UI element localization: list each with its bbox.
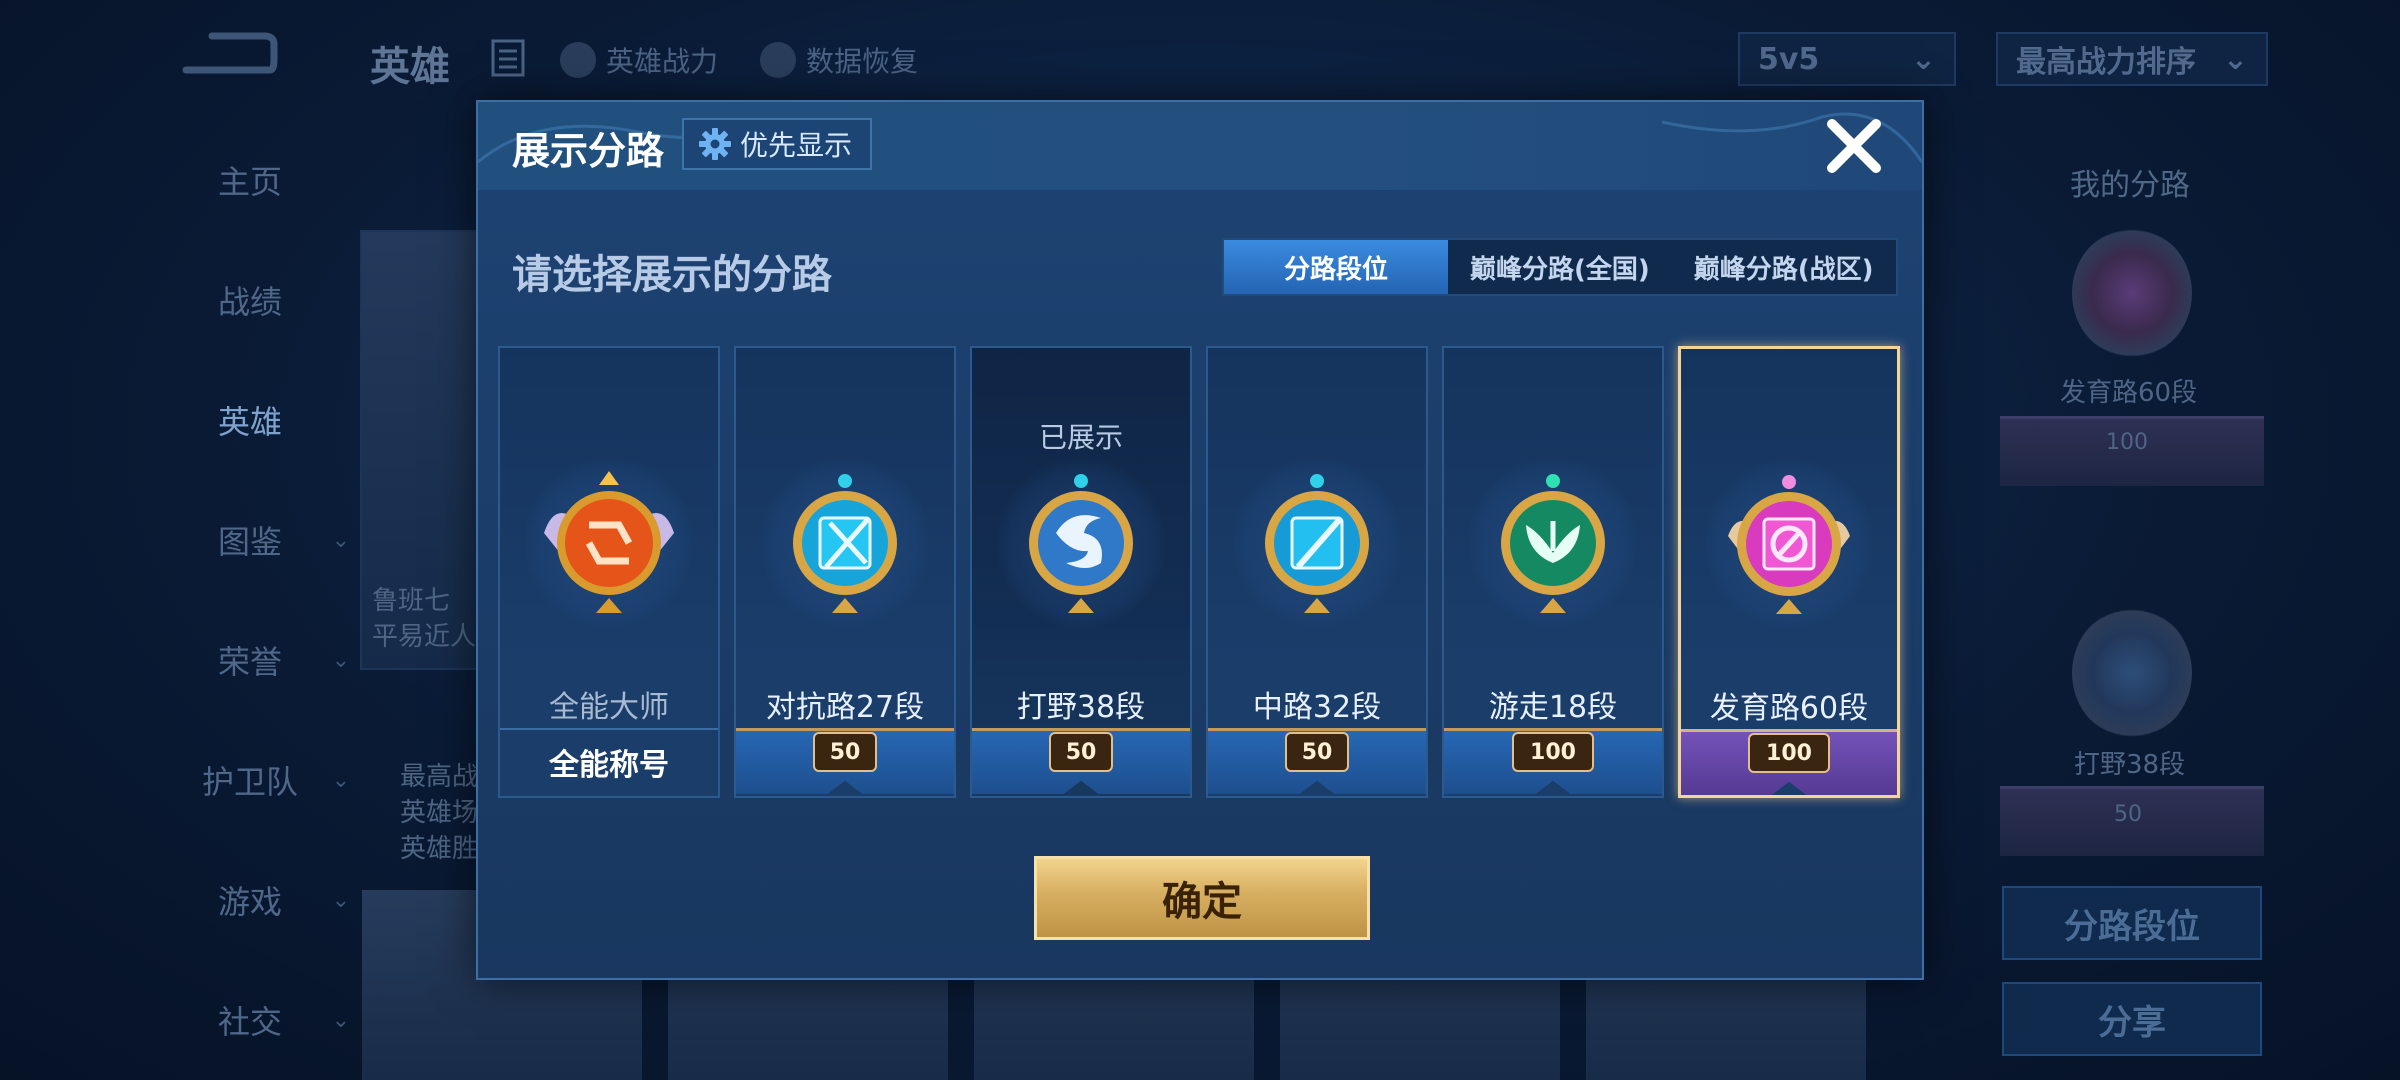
- card-title: 全能大师: [549, 690, 669, 725]
- sidebar-item-games[interactable]: 游戏 ⌄: [150, 870, 350, 930]
- chevron-down-icon: ⌄: [331, 1007, 350, 1033]
- page-title: 英雄: [370, 44, 450, 90]
- card-footer: 全能称号: [500, 728, 718, 794]
- lane-card-mid[interactable]: 中路32段 50: [1206, 346, 1428, 798]
- card-title: 发育路60段: [1709, 691, 1869, 726]
- rank-badge: 50: [1285, 732, 1349, 772]
- data-restore-button[interactable]: 数据恢复: [760, 40, 918, 80]
- lane-card-jungle[interactable]: 已展示 打野38段 50: [970, 346, 1192, 798]
- sidebar-item-social[interactable]: 社交 ⌄: [150, 990, 350, 1050]
- rank-badge: 50: [1049, 732, 1113, 772]
- sidebar-item-guard[interactable]: 护卫队 ⌄: [150, 750, 350, 810]
- farm-lane-icon: [2072, 228, 2192, 358]
- roam-icon: [1501, 474, 1605, 613]
- gear-icon: [699, 128, 731, 160]
- jungle-icon: [2072, 608, 2192, 738]
- tab-peak-region[interactable]: 巅峰分路(战区): [1672, 240, 1896, 294]
- close-icon[interactable]: [1820, 112, 1888, 180]
- lane-tabs: 分路段位 巅峰分路(全国) 巅峰分路(战区): [1222, 238, 1898, 296]
- chevron-down-icon: ⌄: [1910, 41, 1936, 77]
- chevron-down-icon: ⌄: [331, 767, 350, 793]
- sidebar-item-record[interactable]: 战绩: [150, 270, 350, 330]
- lane-card-clash[interactable]: 对抗路27段 50: [734, 346, 956, 798]
- restore-icon: [760, 42, 796, 78]
- warrior-icon: [560, 42, 596, 78]
- lane-card-all-round[interactable]: 全能大师 全能称号: [498, 346, 720, 798]
- confirm-button[interactable]: 确定: [1034, 856, 1370, 940]
- hero-power-button[interactable]: 英雄战力: [560, 40, 718, 80]
- chevron-down-icon: ⌄: [331, 887, 350, 913]
- lane-card-farm[interactable]: 发育路60段 100: [1678, 346, 1900, 798]
- farm-lane-icon: [1728, 475, 1850, 614]
- list-icon[interactable]: [490, 38, 526, 78]
- card-title: 打野38段: [1016, 690, 1146, 725]
- dialog-title: 展示分路: [512, 129, 665, 173]
- back-arrow-icon[interactable]: [178, 30, 278, 80]
- tab-peak-national[interactable]: 巅峰分路(全国): [1448, 240, 1672, 294]
- lane-display-dialog: 展示分路 优先显示 请选择展示的分路 分路段位 巅峰分路(全国) 巅峰分路(战区…: [476, 100, 1924, 980]
- tab-lane-rank[interactable]: 分路段位: [1224, 240, 1448, 294]
- sidebar-item-gallery[interactable]: 图鉴 ⌄: [150, 510, 350, 570]
- chevron-down-icon: ⌄: [2222, 41, 2248, 77]
- share-button[interactable]: 分享: [2002, 982, 2262, 1056]
- rank-badge: 100: [1512, 732, 1594, 772]
- my-lanes-title: 我的分路: [2070, 168, 2190, 203]
- all-round-icon: [544, 471, 674, 613]
- card-title: 中路32段: [1252, 690, 1382, 725]
- sidebar-item-hero[interactable]: 英雄: [150, 390, 350, 450]
- rank-badge: 50: [813, 732, 877, 772]
- sidebar-item-home[interactable]: 主页: [150, 150, 350, 210]
- chevron-down-icon: ⌄: [331, 647, 350, 673]
- shown-label: 已展示: [1038, 421, 1123, 454]
- chevron-down-icon: ⌄: [331, 527, 350, 553]
- lane-card-roam[interactable]: 游走18段 100: [1442, 346, 1664, 798]
- lane-rank-button[interactable]: 分路段位: [2002, 886, 2262, 960]
- section-label: 请选择展示的分路: [512, 252, 832, 298]
- priority-display-button[interactable]: 优先显示: [682, 118, 873, 170]
- card-title: 游走18段: [1488, 690, 1618, 725]
- sort-select[interactable]: 最高战力排序 ⌄: [1996, 32, 2268, 86]
- mid-lane-icon: [1265, 474, 1369, 613]
- rank-badge: 100: [1748, 733, 1830, 773]
- sidebar-item-honor[interactable]: 荣誉 ⌄: [150, 630, 350, 690]
- jungle-icon: [1029, 474, 1133, 613]
- card-title: 对抗路27段: [765, 690, 925, 725]
- mode-select[interactable]: 5v5 ⌄: [1738, 32, 1956, 86]
- clash-lane-icon: [793, 474, 897, 613]
